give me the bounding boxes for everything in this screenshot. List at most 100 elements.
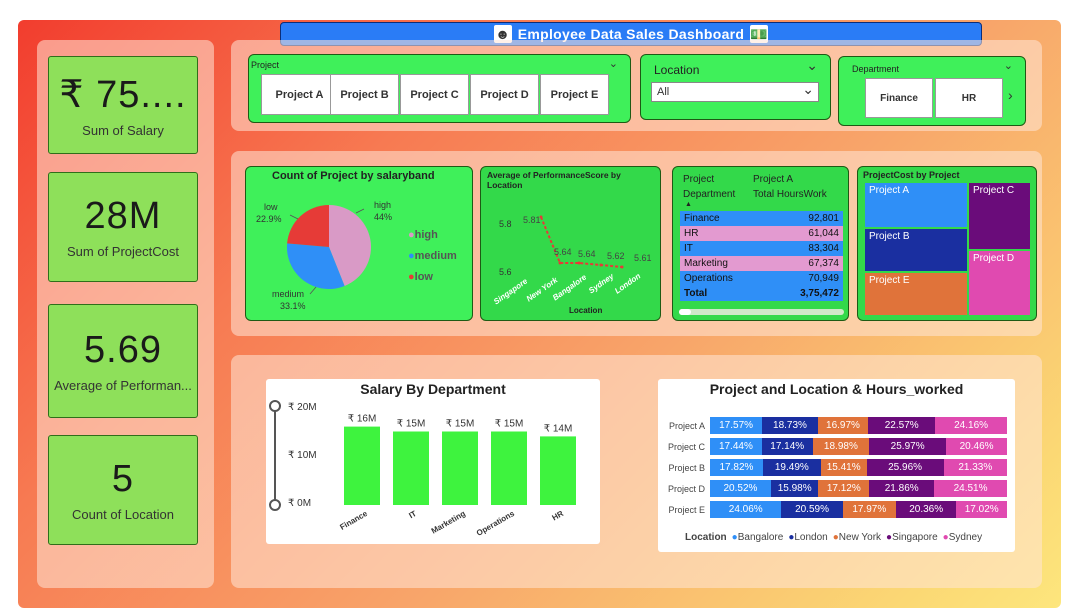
x-tick: HR [550,509,565,523]
data-label: 5.62 [607,251,625,261]
treemap-tile-project-a[interactable]: Project A [865,183,967,227]
department-button-finance[interactable]: Finance [865,78,933,118]
stacked-row: Project D 20.52% 15.98% 17.12% 21.86% 24.51% [658,478,1015,499]
bar-segment-london[interactable]: 15.98% [770,480,819,497]
bar-segment-singapore[interactable]: 25.97% [869,438,947,455]
legend-item-sydney[interactable]: ●Sydney [943,532,982,543]
data-label: 5.64 [578,249,596,259]
kpi-value: ₹ 75.... [59,74,187,116]
project-location-card: Project and Location & Hours_worked Proj… [658,379,1015,552]
bar-segment-bangalore[interactable]: 20.52% [710,480,771,497]
bar-segment-new-york[interactable]: 17.97% [842,501,896,518]
table-row[interactable]: Operations 70,949 [680,271,843,286]
data-label: ₹ 15M [397,419,426,430]
matrix-header: Project Project A Department Total HoursWo… [683,174,848,208]
data-label: 5.61 [634,253,652,263]
data-point[interactable] [620,265,624,269]
pie-legend: ●high ●medium ●low [408,225,457,288]
pie-slice-low[interactable] [287,204,329,247]
bar-segment-london[interactable]: 18.73% [762,417,818,434]
department-slicer: Department ⌄ Finance HR › [838,56,1026,126]
bar-segment-new-york[interactable]: 17.12% [818,480,870,497]
location-dropdown-value: All [657,86,670,98]
location-dropdown[interactable]: All ⌄ [651,81,819,102]
chevron-down-icon: ⌄ [802,81,814,97]
stacked-bar: 17.82% 19.49% 15.41% 25.96% 21.33% [710,459,1007,476]
treemap-tile-project-c[interactable]: Project C [969,183,1030,249]
bar-segment-london[interactable]: 19.49% [762,459,821,476]
legend-item-high[interactable]: ●high [408,225,457,246]
legend-item-singapore[interactable]: ●Singapore [886,532,938,543]
bar-segment-new-york[interactable]: 18.98% [812,438,870,455]
project-button-d[interactable]: Project D [470,74,539,115]
bar-segment-singapore[interactable]: 22.57% [868,417,936,434]
chevron-right-icon[interactable]: › [1008,87,1013,103]
data-label: ₹ 16M [348,414,377,425]
project-button-a[interactable]: Project A [261,74,338,115]
data-point[interactable] [577,261,581,265]
bar-operations[interactable] [491,431,527,506]
bar-segment-singapore[interactable]: 20.36% [895,501,957,518]
data-point[interactable] [558,261,562,265]
bar-segment-bangalore[interactable]: 17.82% [710,459,763,476]
location-slicer-title: Location [654,63,700,77]
legend-item-low[interactable]: ●low [408,267,457,288]
table-row[interactable]: Finance 92,801 [680,211,843,226]
bar-segment-london[interactable]: 20.59% [781,501,843,518]
bar-segment-bangalore[interactable]: 17.57% [710,417,763,434]
treemap-title: ProjectCost by Project [863,170,960,180]
bar-segment-bangalore[interactable]: 17.44% [710,438,762,455]
bar-hr[interactable] [540,436,576,505]
chevron-down-icon[interactable]: ⌄ [609,57,618,70]
treemap-tile-project-e[interactable]: Project E [865,273,967,315]
treemap-tile-project-d[interactable]: Project D [969,251,1030,315]
stacked-bar: 20.52% 15.98% 17.12% 21.86% 24.51% [710,480,1007,497]
bar-marketing[interactable] [442,431,478,506]
bar-segment-sydney[interactable]: 24.51% [934,480,1007,497]
project-button-c[interactable]: Project C [400,74,469,115]
data-point[interactable] [599,263,603,267]
project-button-b[interactable]: Project B [330,74,399,115]
chevron-down-icon[interactable]: ⌄ [806,57,818,74]
legend-item-london[interactable]: ●London [788,532,827,543]
bar-segment-new-york[interactable]: 16.97% [817,417,869,434]
pie-label-low-pct: 22.9% [256,214,282,224]
kpi-label: Average of Performan... [54,378,192,393]
data-label: 5.64 [554,247,572,257]
bar-segment-sydney[interactable]: 20.46% [946,438,1007,455]
legend-item-bangalore[interactable]: ●Bangalore [732,532,784,543]
bar-segment-sydney[interactable]: 21.33% [943,459,1007,476]
kpi-label: Sum of ProjectCost [67,244,179,259]
stacked-row: Project A 17.57% 18.73% 16.97% 22.57% 24.16% [658,415,1015,436]
legend-item-medium[interactable]: ●medium [408,246,457,267]
bar-segment-bangalore[interactable]: 24.06% [710,501,782,518]
table-row[interactable]: IT 83,304 [680,241,843,256]
horizontal-scrollbar[interactable] [679,309,844,315]
salary-chart-card: Salary By Department ₹ 20M ₹ 10M ₹ 0M ₹ … [266,379,600,544]
pie-card: Count of Project by salaryband high 44% … [245,166,473,321]
chevron-down-icon[interactable]: ⌄ [1004,59,1013,72]
department-button-hr[interactable]: HR [935,78,1003,118]
pie-label-low: low [264,202,278,212]
kpi-value: 28M [84,195,162,237]
bar-segment-singapore[interactable]: 25.96% [866,459,944,476]
treemap-tile-project-b[interactable]: Project B [865,229,967,271]
pie-label-high-pct: 44% [374,212,393,222]
table-row[interactable]: Marketing 67,374 [680,256,843,271]
bar-segment-sydney[interactable]: 17.02% [956,501,1007,518]
bar-segment-new-york[interactable]: 15.41% [820,459,867,476]
bar-segment-london[interactable]: 17.14% [761,438,813,455]
bar-segment-sydney[interactable]: 24.16% [935,417,1007,434]
bar-segment-singapore[interactable]: 21.86% [869,480,935,497]
bar-it[interactable] [393,431,429,506]
stacked-row: Project C 17.44% 17.14% 18.98% 25.97% 20.46% [658,436,1015,457]
project-slicer: Project ⌄ Project A Project B Project C … [248,54,631,123]
project-button-e[interactable]: Project E [540,74,609,115]
legend-item-new-york[interactable]: ●New York [833,532,881,543]
table-row[interactable]: HR 61,044 [680,226,843,241]
performance-card: Average of PerformanceScore by Location … [480,166,661,321]
kpi-card-salary: ₹ 75.... Sum of Salary [48,56,198,154]
legend-title: Location [685,532,727,543]
bar-finance[interactable] [344,426,380,505]
pie-label-medium: medium [272,289,305,299]
